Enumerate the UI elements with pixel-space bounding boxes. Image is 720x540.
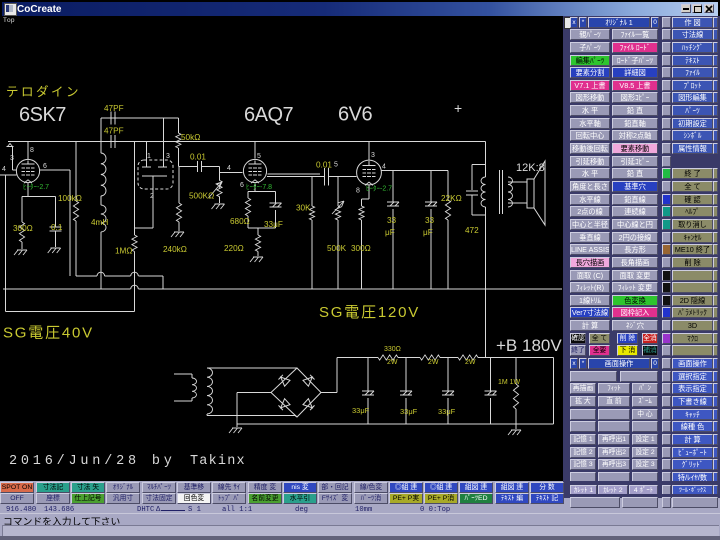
svg-text:33μF: 33μF	[400, 407, 418, 416]
svg-text:4: 4	[382, 164, 386, 171]
svg-text:+: +	[454, 100, 462, 116]
svg-text:680Ω: 680Ω	[230, 217, 250, 226]
svg-text:6SK7: 6SK7	[19, 104, 66, 126]
svg-text:300Ω: 300Ω	[13, 224, 33, 233]
svg-text:240kΩ: 240kΩ	[163, 245, 187, 254]
svg-text:ﾋｰﾀｰ-2.7: ﾋｰﾀｰ-2.7	[23, 183, 49, 191]
svg-text:33: 33	[425, 216, 435, 225]
svg-text:33μF: 33μF	[352, 406, 370, 415]
svg-text:+B 180V: +B 180V	[496, 336, 562, 355]
svg-text:ﾋｰﾀｰ-7.8: ﾋｰﾀｰ-7.8	[246, 183, 272, 191]
svg-text:1: 1	[147, 153, 151, 160]
svg-text:SG電圧120V: SG電圧120V	[319, 304, 420, 321]
svg-text:5: 5	[257, 153, 261, 160]
svg-text:テロダイン: テロダイン	[6, 84, 81, 99]
svg-text:1M 1W: 1M 1W	[498, 379, 521, 386]
svg-text:2W: 2W	[465, 359, 476, 366]
svg-text:500K: 500K	[327, 244, 347, 253]
svg-text:22KΩ: 22KΩ	[441, 194, 462, 203]
svg-text:6: 6	[240, 182, 244, 189]
svg-text:8: 8	[30, 147, 34, 154]
svg-text:12K:8: 12K:8	[516, 162, 545, 174]
svg-text:6V6: 6V6	[338, 104, 372, 126]
svg-text:3: 3	[10, 155, 14, 162]
svg-text:0.01: 0.01	[316, 161, 332, 170]
svg-text:2016/Jun/28 by: 2016/Jun/28 by	[9, 454, 176, 469]
svg-text:3: 3	[166, 153, 170, 160]
svg-text:4: 4	[227, 165, 231, 172]
svg-text:0.1: 0.1	[51, 223, 63, 232]
svg-text:0.01: 0.01	[190, 153, 206, 162]
svg-text:4: 4	[2, 166, 6, 173]
svg-text:50kΩ: 50kΩ	[181, 133, 200, 142]
svg-text:220Ω: 220Ω	[224, 244, 244, 253]
svg-text:6AQ7: 6AQ7	[244, 104, 294, 126]
svg-text:472: 472	[465, 226, 479, 235]
svg-text:SG電圧40V: SG電圧40V	[3, 325, 94, 342]
svg-text:ﾋｰﾀｰ-2.7: ﾋｰﾀｰ-2.7	[366, 185, 392, 193]
svg-text:1MΩ: 1MΩ	[115, 247, 133, 256]
svg-text:4mH: 4mH	[91, 218, 108, 227]
svg-text:33μF: 33μF	[438, 407, 456, 416]
svg-text:5: 5	[334, 162, 338, 169]
svg-text:47PF: 47PF	[104, 104, 124, 113]
svg-text:100kΩ: 100kΩ	[58, 194, 82, 203]
svg-text:3: 3	[371, 152, 375, 159]
svg-text:30K: 30K	[296, 204, 311, 213]
svg-text:500KΩ: 500KΩ	[189, 192, 214, 201]
svg-text:8: 8	[356, 188, 360, 195]
svg-text:6: 6	[43, 163, 47, 170]
svg-text:2: 2	[150, 193, 154, 200]
svg-text:47PF: 47PF	[104, 127, 124, 136]
svg-text:300Ω: 300Ω	[351, 244, 371, 253]
svg-text:Takinx: Takinx	[190, 454, 246, 469]
svg-text:μF: μF	[385, 228, 395, 237]
svg-text:2W: 2W	[387, 359, 398, 366]
svg-text:33: 33	[387, 216, 397, 225]
svg-text:33μF: 33μF	[264, 220, 283, 229]
svg-text:μF: μF	[423, 228, 433, 237]
svg-text:330Ω: 330Ω	[384, 346, 401, 353]
svg-text:2W: 2W	[428, 359, 439, 366]
